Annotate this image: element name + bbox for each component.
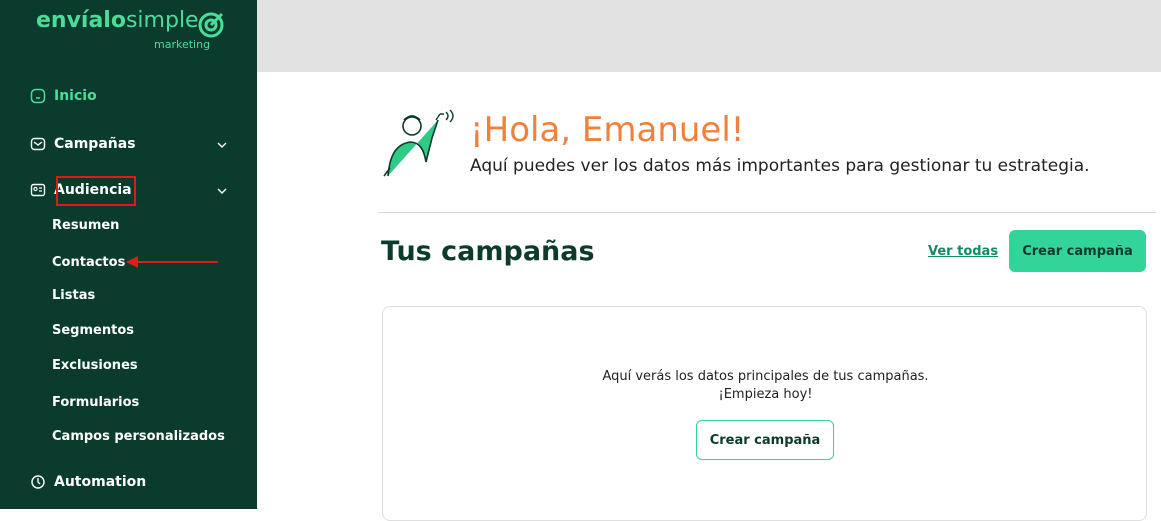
annotation-highlight-box [56, 176, 136, 206]
mail-icon [30, 136, 46, 152]
campaigns-empty-card: Aquí verás los datos principales de tus … [382, 306, 1147, 521]
sidebar-subitem-resumen[interactable]: Resumen [52, 218, 119, 233]
chevron-down-icon[interactable] [216, 182, 228, 201]
empty-state-create-campaign-button[interactable]: Crear campaña [696, 420, 834, 460]
create-campaign-button[interactable]: Crear campaña [1009, 230, 1146, 272]
sidebar-subitem-listas[interactable]: Listas [52, 288, 95, 303]
brand-logo[interactable]: envíalosimple marketing [36, 8, 224, 51]
campaigns-section-title: Tus campañas [381, 236, 595, 267]
empty-state-text: Aquí verás los datos principales de tus … [602, 369, 929, 384]
sidebar-item-automation[interactable]: Automation [30, 474, 146, 490]
brand-name: envíalosimple [36, 8, 199, 33]
sidebar-item-campanas[interactable]: Campañas [30, 136, 136, 152]
sidebar-subitem-formularios[interactable]: Formularios [52, 395, 139, 410]
sidebar-item-inicio[interactable]: Inicio [30, 88, 97, 104]
brand-target-icon [198, 12, 224, 42]
sidebar: envíalosimple marketing Inicio Campañas … [0, 0, 257, 509]
divider [378, 212, 1156, 213]
sidebar-item-label: Campañas [54, 136, 136, 152]
chevron-down-icon[interactable] [216, 136, 228, 155]
automation-clock-icon [30, 474, 46, 490]
sidebar-subitem-campos-personalizados[interactable]: Campos personalizados [52, 429, 225, 444]
annotation-arrow-icon [124, 254, 220, 274]
sidebar-subitem-segmentos[interactable]: Segmentos [52, 323, 134, 338]
view-all-link[interactable]: Ver todas [928, 244, 998, 259]
contact-card-icon [30, 182, 46, 198]
waving-person-illustration [380, 108, 464, 182]
sidebar-item-label: Automation [54, 474, 147, 490]
sidebar-subitem-exclusiones[interactable]: Exclusiones [52, 358, 138, 373]
greeting-subtitle: Aquí puedes ver los datos más importante… [470, 156, 1090, 176]
empty-state-cta-text: ¡Empieza hoy! [718, 387, 813, 402]
sidebar-subitem-contactos[interactable]: Contactos [52, 255, 125, 270]
top-bar [257, 0, 1161, 72]
sidebar-item-label: Inicio [54, 88, 97, 104]
greeting-title: ¡Hola, Emanuel! [470, 110, 745, 150]
home-icon [30, 88, 46, 104]
